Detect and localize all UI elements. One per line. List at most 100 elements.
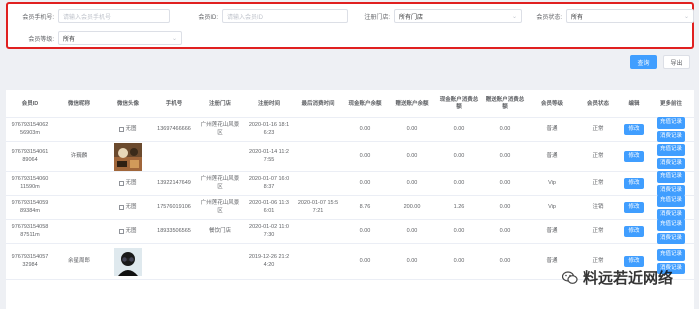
cell-text: 976793154058 87511m bbox=[11, 224, 49, 238]
cell-cash-total: 0.00 bbox=[436, 118, 482, 141]
cell-text: 17576019106 bbox=[157, 203, 191, 210]
cell-avatar bbox=[104, 244, 152, 279]
cell-last-time bbox=[294, 220, 342, 243]
consume-records-button[interactable]: 消费记录 bbox=[656, 157, 685, 169]
cell-text: 普通 bbox=[546, 227, 558, 234]
recharge-records-button[interactable]: 充值记录 bbox=[656, 195, 685, 207]
edit-button[interactable]: 修改 bbox=[624, 225, 644, 238]
more-actions: 充值记录 消费记录 bbox=[656, 195, 685, 220]
cell-text: 0.00 bbox=[406, 152, 418, 159]
cell-cash: 0.00 bbox=[342, 118, 388, 141]
level-filter-label: 会员等级: bbox=[28, 36, 54, 43]
edit-button[interactable]: 修改 bbox=[624, 177, 644, 190]
member-id-input[interactable]: 请输入会员ID bbox=[222, 9, 348, 23]
store-select[interactable]: 所有门店 ⌄ bbox=[394, 9, 522, 23]
more-actions: 充值记录 消费记录 bbox=[656, 219, 685, 244]
cell-text: 13922147649 bbox=[157, 179, 191, 186]
cell-store: 广州莲花山风景 区 bbox=[196, 196, 244, 219]
cell-gift-total: 0.00 bbox=[482, 172, 528, 195]
member-list-page: 会员手机号: 请输入会员手机号 会员ID: 请输入会员ID 注册门店: 所有门店… bbox=[0, 0, 699, 309]
col-more: 更多前往 bbox=[659, 100, 682, 107]
cell-gift: 0.00 bbox=[388, 244, 436, 279]
recharge-records-button[interactable]: 充值记录 bbox=[656, 117, 685, 129]
cell-text: 18933506565 bbox=[157, 227, 191, 234]
cell-text: 0.00 bbox=[359, 125, 371, 132]
phone-input[interactable]: 请输入会员手机号 bbox=[58, 9, 170, 23]
cell-text: 2020-01-02 11:0 7:30 bbox=[249, 224, 289, 238]
store-filter: 注册门店: 所有门店 ⌄ bbox=[360, 9, 522, 23]
cell-text: 0.00 bbox=[499, 227, 511, 234]
more-actions: 充值记录 消费记录 bbox=[656, 144, 685, 169]
recharge-records-button[interactable]: 充值记录 bbox=[656, 219, 685, 231]
cell-text: 200.00 bbox=[403, 203, 421, 210]
no-image-placeholder: 无图 bbox=[119, 203, 137, 212]
cell-edit: 修改 bbox=[620, 118, 648, 141]
cell-text: 正常 bbox=[592, 227, 604, 234]
cell-status: 注销 bbox=[576, 196, 620, 219]
table-header: 会员ID 微信昵称 微信头像 手机号 注册门店 注册时间 最后消费时间 现金账户… bbox=[6, 90, 694, 118]
cell-avatar: 无图 bbox=[104, 118, 152, 141]
cell-avatar: 无图 bbox=[104, 196, 152, 219]
cell-text: 2020-01-14 11:2 7:55 bbox=[249, 149, 289, 163]
status-select[interactable]: 所有 ⌄ bbox=[566, 9, 694, 23]
col-member-id: 会员ID bbox=[21, 100, 39, 107]
cell-text: 0.00 bbox=[406, 257, 418, 264]
no-image-label: 无图 bbox=[125, 203, 137, 210]
cell-text: 许巍麟 bbox=[70, 152, 88, 159]
level-filter: 会员等级: 所有 ⌄ bbox=[14, 31, 182, 45]
broken-image-icon bbox=[119, 127, 125, 132]
cell-text: 0.00 bbox=[453, 152, 465, 159]
cell-level: 普通 bbox=[528, 220, 576, 243]
export-button[interactable]: 导出 bbox=[663, 55, 690, 69]
recharge-records-button[interactable]: 充值记录 bbox=[656, 249, 685, 261]
edit-button[interactable]: 修改 bbox=[624, 150, 644, 163]
edit-button[interactable]: 修改 bbox=[624, 201, 644, 214]
edit-button[interactable]: 修改 bbox=[624, 123, 644, 136]
cell-id: 976793154057 32984 bbox=[6, 244, 54, 279]
cell-text: 0.00 bbox=[406, 227, 418, 234]
cell-level: Vip bbox=[528, 196, 576, 219]
cell-edit: 修改 bbox=[620, 196, 648, 219]
cell-last-time bbox=[294, 172, 342, 195]
chevron-down-icon: ⌄ bbox=[511, 14, 517, 20]
recharge-records-button[interactable]: 充值记录 bbox=[656, 144, 685, 156]
chevron-down-icon: ⌄ bbox=[683, 14, 689, 20]
cell-text: 2020-01-07 15:5 7:21 bbox=[297, 200, 339, 214]
level-select[interactable]: 所有 ⌄ bbox=[58, 31, 182, 45]
chevron-down-icon: ⌄ bbox=[171, 36, 177, 42]
cell-cash: 8.76 bbox=[342, 196, 388, 219]
cell-id: 976793154059 89384m bbox=[6, 196, 54, 219]
cell-text: 0.00 bbox=[453, 257, 465, 264]
cell-text: 976793154062 56903m bbox=[11, 122, 49, 136]
cell-last-time bbox=[294, 142, 342, 171]
cell-text: 0.00 bbox=[359, 257, 371, 264]
consume-records-button[interactable]: 消费记录 bbox=[656, 232, 685, 244]
cell-cash-total: 0.00 bbox=[436, 220, 482, 243]
cell-cash: 0.00 bbox=[342, 142, 388, 171]
no-image-placeholder: 无图 bbox=[119, 180, 137, 188]
cell-reg-time: 2020-01-06 11:3 6:01 bbox=[244, 196, 294, 219]
col-cash-balance: 现金账户余额 bbox=[348, 100, 382, 107]
cell-more: 充值记录 消费记录 bbox=[648, 171, 694, 196]
consume-records-button[interactable]: 消费记录 bbox=[656, 130, 685, 142]
phone-filter: 会员手机号: 请输入会员手机号 bbox=[14, 9, 170, 23]
query-button[interactable]: 查询 bbox=[630, 55, 657, 69]
cell-text: 976793154059 89384m bbox=[11, 200, 49, 214]
recharge-records-button[interactable]: 充值记录 bbox=[656, 171, 685, 183]
cell-edit: 修改 bbox=[620, 142, 648, 171]
cell-text: 0.00 bbox=[359, 152, 371, 159]
cell-text: Vip bbox=[548, 179, 556, 186]
level-select-value: 所有 bbox=[63, 36, 76, 43]
member-id-filter-label: 会员ID: bbox=[198, 14, 218, 21]
col-phone: 手机号 bbox=[165, 100, 183, 107]
cell-nick: 余星周郎 bbox=[54, 244, 104, 279]
store-filter-label: 注册门店: bbox=[364, 14, 390, 21]
cell-nick bbox=[54, 172, 104, 195]
no-image-placeholder: 无图 bbox=[119, 126, 137, 134]
cell-gift: 0.00 bbox=[388, 142, 436, 171]
col-nickname: 微信昵称 bbox=[67, 100, 90, 107]
cell-text: 0.00 bbox=[499, 179, 511, 186]
cell-text: 正常 bbox=[592, 125, 604, 132]
edit-button[interactable]: 修改 bbox=[624, 255, 644, 268]
cell-text: 普通 bbox=[546, 257, 558, 264]
